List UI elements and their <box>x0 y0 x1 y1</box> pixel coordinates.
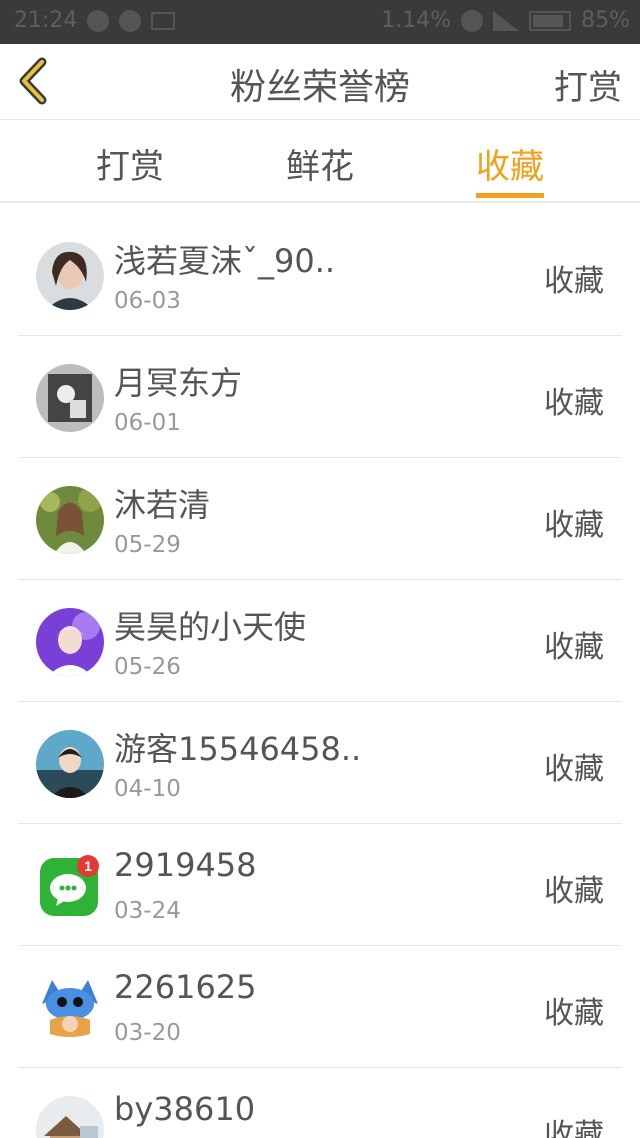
tab-reward[interactable]: 打赏 <box>70 139 190 199</box>
app-notification-icon <box>119 9 142 32</box>
date: 04-10 <box>114 776 181 802</box>
reward-button[interactable]: 打赏 <box>554 60 622 109</box>
user-name: 沐若清 <box>114 486 211 524</box>
date: 03-20 <box>114 1020 181 1046</box>
list-item[interactable]: 昊昊的小天使 05-26 收藏 <box>0 580 640 702</box>
user-name: 游客15546458.. <box>114 730 362 768</box>
user-name: 浅若夏沫ˇ_90.. <box>114 242 336 280</box>
tab-favorites[interactable]: 收藏 <box>450 139 570 199</box>
date: 03-24 <box>114 898 181 924</box>
list-item[interactable]: 浅若夏沫ˇ_90.. 06-03 收藏 <box>0 214 640 336</box>
user-name: by38610 <box>114 1090 256 1128</box>
page-title: 粉丝荣誉榜 <box>229 67 410 108</box>
user-name: 月冥东方 <box>114 364 243 402</box>
date: 05-29 <box>114 532 181 558</box>
svg-text:1: 1 <box>84 858 92 874</box>
user-name: 昊昊的小天使 <box>114 608 307 646</box>
list-item[interactable]: by38610 收藏 <box>0 1068 640 1138</box>
wechat-icon: 1 <box>36 852 104 920</box>
date: 06-01 <box>114 410 181 436</box>
tab-flowers[interactable]: 鲜花 <box>260 139 380 199</box>
action-label: 收藏 <box>544 874 604 909</box>
status-time: 21:24 <box>14 8 78 33</box>
user-name: 2919458 <box>114 846 257 884</box>
image-notification-icon <box>151 11 176 30</box>
battery-icon <box>529 10 572 31</box>
date: 06-03 <box>114 288 181 314</box>
action-label: 收藏 <box>544 630 604 665</box>
action-label: 收藏 <box>544 996 604 1031</box>
list-item[interactable]: 沐若清 05-29 收藏 <box>0 458 640 580</box>
top-nav-bar: 粉丝荣誉榜 打赏 <box>0 44 640 120</box>
alarm-icon <box>461 9 484 32</box>
status-battery-level: 85% <box>581 8 630 33</box>
status-bar: 21:24 1.14% 85% <box>0 0 640 44</box>
cartoon-avatar <box>36 974 104 1042</box>
active-tab-indicator <box>476 193 544 198</box>
fan-list: 浅若夏沫ˇ_90.. 06-03 收藏 月冥东方 06-01 收藏 沐若清 05… <box>0 214 640 1138</box>
action-label: 收藏 <box>544 1118 604 1138</box>
list-item[interactable]: 游客15546458.. 04-10 收藏 <box>0 702 640 824</box>
avatar <box>36 364 104 432</box>
signal-icon <box>493 10 520 31</box>
action-label: 收藏 <box>544 508 604 543</box>
avatar <box>36 1096 104 1138</box>
avatar <box>36 486 104 554</box>
list-item[interactable]: 1 2919458 03-24 收藏 <box>0 824 640 946</box>
tab-bar: 打赏 鲜花 收藏 <box>0 121 640 203</box>
status-data-speed: 1.14% <box>381 8 452 33</box>
list-item[interactable]: 月冥东方 06-01 收藏 <box>0 336 640 458</box>
action-label: 收藏 <box>544 264 604 299</box>
action-label: 收藏 <box>544 386 604 421</box>
avatar <box>36 730 104 798</box>
user-name: 2261625 <box>114 968 257 1006</box>
list-item[interactable]: 2261625 03-20 收藏 <box>0 946 640 1068</box>
date: 05-26 <box>114 654 181 680</box>
chat-notification-icon <box>87 9 110 32</box>
action-label: 收藏 <box>544 752 604 787</box>
avatar <box>36 608 104 676</box>
avatar <box>36 242 104 310</box>
